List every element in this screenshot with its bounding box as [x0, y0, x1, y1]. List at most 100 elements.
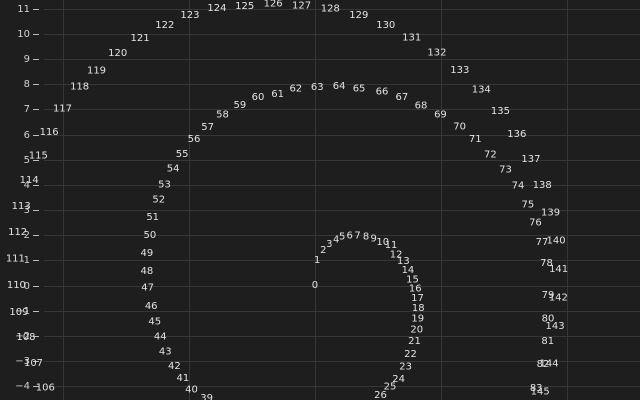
data-point-label: 124 — [207, 3, 226, 14]
data-point-label: 128 — [321, 3, 340, 14]
data-point-label: 119 — [87, 65, 106, 76]
data-point-label: 41 — [177, 373, 190, 384]
data-point-label: 19 — [411, 313, 424, 324]
data-point-label: 69 — [434, 110, 447, 121]
data-point-label: 129 — [349, 10, 368, 21]
data-point-label: 127 — [292, 0, 311, 11]
data-point-label: 116 — [40, 127, 59, 138]
data-point-label: 112 — [8, 227, 27, 238]
data-point-label: 144 — [539, 359, 558, 370]
data-point-label: 43 — [159, 347, 172, 358]
data-point-label: 111 — [6, 253, 25, 264]
data-point-label: 132 — [427, 48, 446, 59]
data-point-label: 56 — [188, 134, 201, 145]
data-point-label: 109 — [9, 307, 28, 318]
data-point-label: 40 — [185, 384, 198, 395]
data-point-label: 106 — [36, 382, 55, 393]
y-tick-label: 7 — [24, 104, 30, 115]
data-point-label: 136 — [507, 129, 526, 140]
data-point-label: 21 — [408, 336, 421, 347]
data-point-label: 133 — [450, 65, 469, 76]
data-point-label: 55 — [176, 149, 189, 160]
data-point-label: 74 — [512, 181, 525, 192]
data-point-label: 68 — [415, 100, 428, 111]
data-point-label: 110 — [7, 280, 26, 291]
data-point-label: 81 — [541, 336, 554, 347]
data-point-label: 22 — [404, 349, 417, 360]
data-point-label: 145 — [531, 386, 550, 397]
data-point-label: 5 — [339, 232, 345, 243]
data-point-label: 47 — [141, 283, 154, 294]
data-point-label: 18 — [412, 303, 425, 314]
data-point-label: 71 — [469, 134, 482, 145]
data-point-label: 122 — [155, 20, 174, 31]
data-point-label: 66 — [376, 87, 389, 98]
data-point-label: 118 — [70, 82, 89, 93]
data-point-label: 23 — [399, 362, 412, 373]
data-point-label: 107 — [24, 358, 43, 369]
data-point-label: 135 — [491, 106, 510, 117]
data-point-label: 131 — [402, 33, 421, 44]
data-point-label: 51 — [146, 212, 159, 223]
y-tick-label: 9 — [24, 54, 30, 65]
data-point-label: 62 — [289, 84, 302, 95]
data-point-label: 113 — [12, 201, 31, 212]
data-point-label: 138 — [533, 180, 552, 191]
y-tick-label: 11 — [17, 4, 30, 15]
data-point-label: 70 — [453, 122, 466, 133]
data-point-label: 3 — [326, 239, 332, 250]
data-point-label: 59 — [234, 100, 247, 111]
data-point-label: 57 — [201, 122, 214, 133]
data-point-label: 7 — [354, 231, 360, 242]
data-point-label: 121 — [131, 33, 150, 44]
data-point-label: 61 — [271, 89, 284, 100]
data-point-label: 63 — [311, 82, 324, 93]
data-point-label: 75 — [522, 200, 535, 211]
data-point-label: 45 — [148, 316, 161, 327]
data-point-label: 76 — [529, 217, 542, 228]
data-point-label: 126 — [264, 0, 283, 10]
data-point-label: 64 — [333, 81, 346, 92]
data-point-label: 141 — [549, 264, 568, 275]
data-point-label: 120 — [108, 48, 127, 59]
data-point-label: 42 — [168, 361, 181, 372]
data-point-label: 50 — [144, 230, 157, 241]
data-point-label: 0 — [312, 280, 318, 291]
data-point-label: 58 — [216, 110, 229, 121]
data-point-label: 117 — [53, 104, 72, 115]
data-point-label: 60 — [252, 92, 265, 103]
data-point-label: 8 — [363, 232, 369, 243]
data-point-label: 48 — [141, 266, 154, 277]
y-tick-label: 8 — [24, 79, 30, 90]
data-point-label: 67 — [396, 92, 409, 103]
data-point-label: 130 — [376, 20, 395, 31]
data-point-label: 54 — [167, 164, 180, 175]
data-point-label: 73 — [499, 165, 512, 176]
data-point-label: 52 — [152, 195, 165, 206]
data-point-label: 65 — [353, 83, 366, 94]
data-point-label: 137 — [521, 154, 540, 165]
data-point-label: 139 — [541, 208, 560, 219]
data-point-label: 26 — [374, 390, 387, 400]
data-point-label: 114 — [20, 175, 39, 186]
y-tick-label: −4 — [15, 381, 30, 392]
data-point-label: 6 — [347, 231, 353, 242]
data-point-label: 1 — [314, 255, 320, 266]
data-point-label: 143 — [546, 321, 565, 332]
data-point-label: 134 — [472, 84, 491, 95]
data-point-label: 123 — [180, 10, 199, 21]
data-point-label: 44 — [154, 331, 167, 342]
data-point-label: 115 — [29, 150, 48, 161]
data-point-label: 20 — [410, 325, 423, 336]
data-point-label: 140 — [547, 236, 566, 247]
data-point-label: 46 — [145, 301, 158, 312]
data-point-label: 49 — [141, 248, 154, 259]
data-point-label: 108 — [16, 332, 35, 343]
data-point-label: 53 — [158, 180, 171, 191]
scatter-chart: 11109876543210−1−2−3−4 0123 4 5 6 7 8 9 1011121… — [6, 0, 640, 400]
data-point-label: 39 — [200, 393, 213, 400]
data-point-label: 125 — [235, 1, 254, 12]
data-point-label: 72 — [484, 149, 497, 160]
data-point-label: 142 — [549, 292, 568, 303]
y-tick-label: 10 — [17, 29, 30, 40]
